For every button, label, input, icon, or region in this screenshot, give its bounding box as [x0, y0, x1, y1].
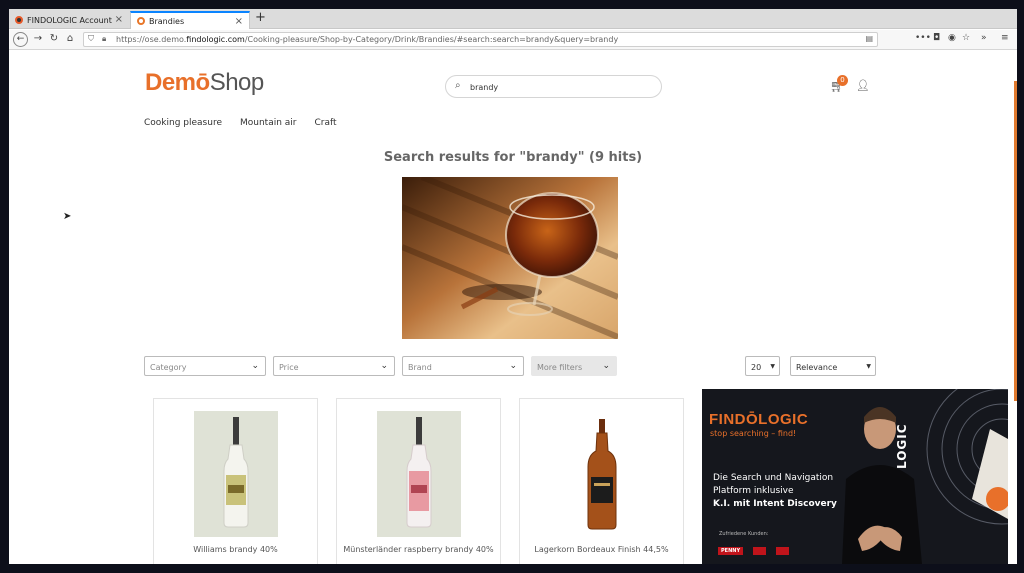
close-tab-icon[interactable]: ×	[235, 16, 243, 27]
product-image[interactable]	[377, 411, 461, 537]
nav-item-mountain-air[interactable]: Mountain air	[240, 118, 297, 128]
product-card[interactable]: Münsterländer raspberry brandy 40%	[336, 398, 501, 564]
findologic-video-logo: FINDŌLOGIC	[709, 411, 809, 428]
price-filter-dropdown[interactable]: Price ⌄	[273, 356, 395, 376]
chevron-down-icon: ⌄	[380, 361, 388, 371]
tab-brandies[interactable]: Brandies ×	[130, 11, 250, 29]
penny-logo: PENNY	[718, 547, 744, 555]
chevron-down-icon: ⌄	[251, 361, 259, 371]
product-card[interactable]: Lagerkorn Bordeaux Finish 44,5%	[519, 398, 684, 564]
caret-down-icon: ▼	[866, 363, 871, 370]
tab-label: FINDOLOGIC Account	[27, 15, 112, 25]
reload-icon[interactable]: ↻	[47, 33, 61, 44]
brandy-glass-banner-image	[402, 177, 618, 339]
video-text-line2: Platform inklusive	[713, 486, 794, 496]
customer-logo	[753, 547, 767, 555]
pocket-icon[interactable]: ◘	[933, 33, 940, 43]
product-card[interactable]: Williams brandy 40%	[153, 398, 318, 564]
back-arrow-icon[interactable]: ←	[13, 32, 28, 47]
bookmark-star-icon[interactable]: ☆	[962, 33, 970, 43]
per-page-select[interactable]: 20 ▼	[745, 356, 780, 376]
reader-view-icon[interactable]: ▤	[865, 34, 873, 43]
home-icon[interactable]: ⌂	[63, 33, 77, 44]
video-overlay[interactable]: FINDŌLOGIC stop searching – find! Die Se…	[702, 389, 1008, 564]
screen: FINDOLOGIC Account × Brandies × + ← → ↻ …	[0, 0, 1024, 573]
search-box: ⌕	[445, 75, 662, 98]
video-tagline: stop searching – find!	[710, 429, 797, 438]
sort-select[interactable]: Relevance ▼	[790, 356, 876, 376]
mouse-cursor-icon: ➤	[63, 211, 72, 222]
tab-findologic-account[interactable]: FINDOLOGIC Account ×	[9, 11, 129, 29]
brand-filter-dropdown[interactable]: Brand ⌄	[402, 356, 524, 376]
chevron-down-icon: ⌄	[602, 361, 610, 371]
product-image[interactable]	[194, 411, 278, 537]
search-results-heading: Search results for "brandy" (9 hits)	[383, 150, 643, 165]
video-text-line1: Die Search und Navigation	[713, 473, 834, 483]
search-input[interactable]	[470, 80, 650, 94]
customer-logos: PENNY	[718, 547, 790, 555]
caret-down-icon: ▼	[770, 363, 775, 370]
main-navigation: Cooking pleasure Mountain air Craft	[144, 118, 337, 128]
nav-item-cooking-pleasure[interactable]: Cooking pleasure	[144, 118, 222, 128]
tracking-shield-icon[interactable]: ⛉	[88, 34, 94, 44]
product-title[interactable]: Williams brandy 40%	[154, 545, 317, 554]
product-image[interactable]	[560, 411, 644, 537]
chevron-down-icon: ⌄	[509, 361, 517, 371]
search-icon[interactable]: ⌕	[455, 80, 461, 91]
category-filter-dropdown[interactable]: Category ⌄	[144, 356, 266, 376]
video-text-line3: K.I. mit Intent Discovery	[713, 499, 837, 509]
navigation-bar: ← → ↻ ⌂ ⛉ 🔒︎ https://ose.demo.findologic…	[9, 30, 1017, 50]
close-tab-icon[interactable]: ×	[115, 14, 123, 25]
shirt-print-text: LOGIC	[895, 423, 909, 469]
more-filters-button[interactable]: More filters ⌄	[531, 356, 617, 376]
product-title[interactable]: Münsterländer raspberry brandy 40%	[337, 545, 500, 554]
hamburger-menu-icon[interactable]: ≡	[1001, 33, 1009, 43]
shop-logo[interactable]: DemōShop	[145, 69, 264, 97]
forward-arrow-icon[interactable]: →	[31, 33, 45, 44]
product-title[interactable]: Lagerkorn Bordeaux Finish 44,5%	[520, 545, 683, 554]
tab-strip: FINDOLOGIC Account × Brandies × +	[9, 9, 1017, 29]
more-actions-icon[interactable]: •••	[915, 33, 931, 43]
new-tab-plus-icon[interactable]: +	[255, 10, 266, 25]
overflow-chevron-icon[interactable]: »	[981, 33, 987, 43]
cart-count-badge: 0	[837, 75, 848, 86]
extension-icon[interactable]: ◉	[948, 33, 956, 43]
scrollbar[interactable]	[1014, 81, 1017, 401]
findologic-favicon-icon	[15, 16, 23, 24]
address-bar[interactable]: ⛉ 🔒︎ https://ose.demo.findologic.com/Coo…	[83, 32, 878, 47]
demoshop-favicon-icon	[137, 17, 145, 25]
url-text: https://ose.demo.findologic.com/Cooking-…	[116, 35, 619, 44]
customer-logo	[776, 547, 790, 555]
user-account-icon[interactable]: 👤︎	[856, 79, 870, 92]
tab-label: Brandies	[149, 16, 185, 26]
nav-item-craft[interactable]: Craft	[315, 118, 337, 128]
customers-label: Zufriedene Kunden:	[719, 531, 769, 537]
lock-icon[interactable]: 🔒︎	[102, 34, 106, 44]
